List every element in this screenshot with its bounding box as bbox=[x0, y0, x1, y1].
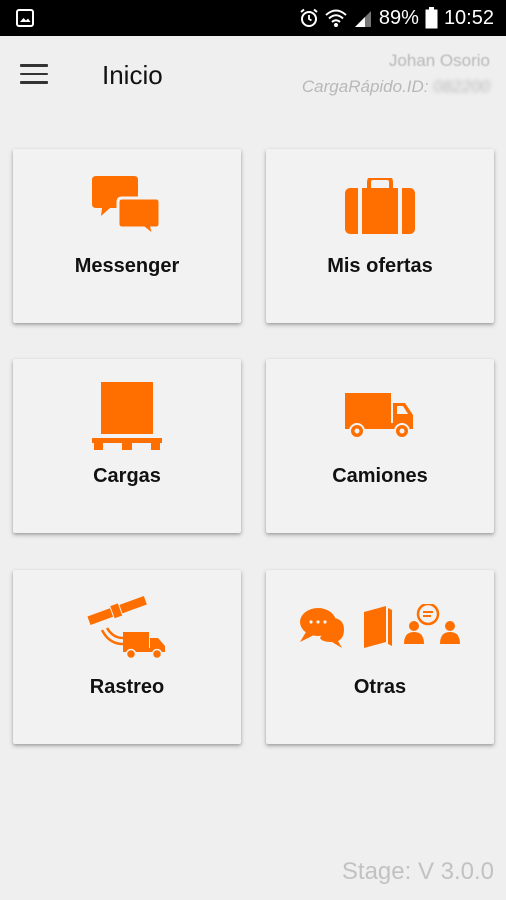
wifi-icon bbox=[325, 9, 347, 27]
user-info: Johan Osorio CargaRápido.ID: 082200 bbox=[302, 48, 490, 100]
otras-label: Otras bbox=[353, 676, 407, 698]
otras-card[interactable]: Otras bbox=[266, 570, 494, 744]
user-id-label: CargaRápido.ID: bbox=[301, 77, 429, 96]
rastreo-card[interactable]: Rastreo bbox=[13, 570, 241, 744]
clock: 10:52 bbox=[443, 6, 494, 29]
rastreo-label: Rastreo bbox=[89, 676, 165, 698]
user-id: CargaRápido.ID: 082200 bbox=[302, 74, 490, 100]
status-bar: 89% 10:52 bbox=[0, 0, 506, 36]
satellite-truck-icon bbox=[87, 595, 165, 660]
cargas-label: Cargas bbox=[93, 465, 161, 487]
chat-bubbles-icon bbox=[92, 176, 162, 238]
camiones-label: Camiones bbox=[332, 465, 428, 487]
page-title: Inicio bbox=[102, 60, 163, 90]
alarm-icon bbox=[300, 8, 318, 27]
gallery-icon bbox=[16, 9, 34, 27]
battery-percent: 89% bbox=[378, 6, 419, 29]
truck-icon bbox=[345, 393, 413, 439]
user-id-value: 082200 bbox=[433, 77, 490, 96]
signal-icon bbox=[354, 11, 371, 27]
hamburger-menu-icon[interactable] bbox=[20, 64, 48, 86]
mis-ofertas-card[interactable]: Mis ofertas bbox=[266, 149, 494, 323]
battery-icon bbox=[425, 7, 438, 29]
mis-ofertas-label: Mis ofertas bbox=[327, 255, 433, 277]
cargas-card[interactable]: Cargas bbox=[13, 359, 241, 533]
app-bar: Inicio Johan Osorio CargaRápido.ID: 0822… bbox=[0, 36, 506, 116]
briefcase-icon bbox=[345, 178, 415, 234]
cargo-box-icon bbox=[92, 382, 162, 450]
messenger-label: Messenger bbox=[74, 255, 180, 277]
camiones-card[interactable]: Camiones bbox=[266, 359, 494, 533]
user-name: Johan Osorio bbox=[388, 51, 490, 70]
version-label: Stage: V 3.0.0 bbox=[341, 858, 494, 885]
more-options-icon bbox=[300, 604, 460, 648]
messenger-card[interactable]: Messenger bbox=[13, 149, 241, 323]
